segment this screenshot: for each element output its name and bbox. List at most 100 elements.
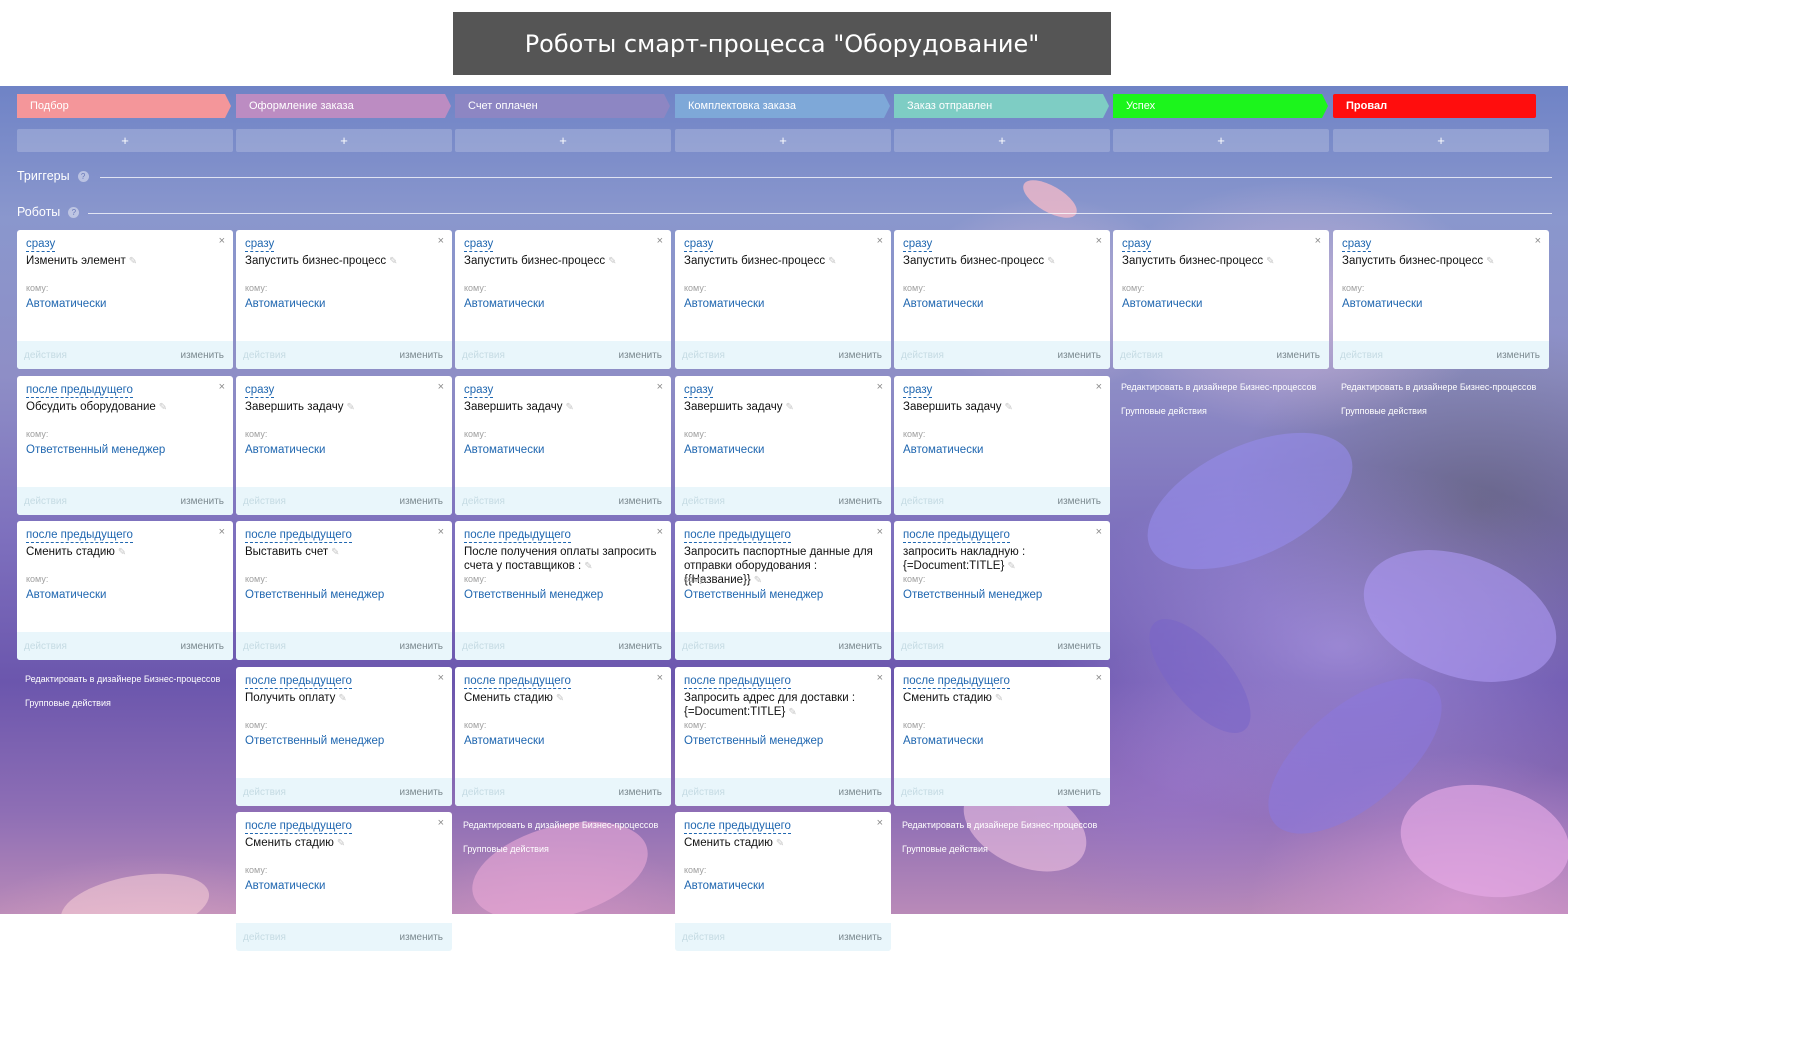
- add-robot-button[interactable]: +: [17, 129, 233, 152]
- add-robot-button[interactable]: +: [1113, 129, 1329, 152]
- assignee-link[interactable]: Автоматически: [684, 298, 764, 310]
- actions-link[interactable]: действия: [243, 641, 286, 652]
- close-icon[interactable]: ×: [438, 381, 444, 393]
- edit-robot-link[interactable]: изменить: [838, 641, 882, 652]
- robot-delay-link[interactable]: сразу: [464, 238, 494, 252]
- pencil-icon[interactable]: ✎: [584, 561, 592, 572]
- close-icon[interactable]: ×: [1535, 235, 1541, 247]
- group-actions-link[interactable]: Групповые действия: [902, 844, 988, 854]
- robot-delay-link[interactable]: после предыдущего: [245, 529, 352, 543]
- pencil-icon[interactable]: ✎: [785, 402, 793, 413]
- actions-link[interactable]: действия: [901, 350, 944, 361]
- robot-delay-link[interactable]: после предыдущего: [26, 384, 133, 398]
- edit-in-designer-link[interactable]: Редактировать в дизайнере Бизнес-процесс…: [1121, 382, 1316, 392]
- pencil-icon[interactable]: ✎: [159, 402, 167, 413]
- group-actions-link[interactable]: Групповые действия: [463, 844, 549, 854]
- edit-robot-link[interactable]: изменить: [618, 350, 662, 361]
- assignee-link[interactable]: Ответственный менеджер: [245, 735, 384, 747]
- edit-robot-link[interactable]: изменить: [399, 787, 443, 798]
- close-icon[interactable]: ×: [1096, 672, 1102, 684]
- edit-in-designer-link[interactable]: Редактировать в дизайнере Бизнес-процесс…: [25, 674, 220, 684]
- assignee-link[interactable]: Автоматически: [464, 444, 544, 456]
- edit-robot-link[interactable]: изменить: [399, 496, 443, 507]
- pencil-icon[interactable]: ✎: [129, 256, 137, 267]
- group-actions-link[interactable]: Групповые действия: [1341, 406, 1427, 416]
- actions-link[interactable]: действия: [462, 350, 505, 361]
- robot-delay-link[interactable]: сразу: [1122, 238, 1152, 252]
- assignee-link[interactable]: Ответственный менеджер: [464, 589, 603, 601]
- robot-delay-link[interactable]: после предыдущего: [464, 529, 571, 543]
- assignee-link[interactable]: Ответственный менеджер: [903, 589, 1042, 601]
- assignee-link[interactable]: Автоматически: [1122, 298, 1202, 310]
- edit-robot-link[interactable]: изменить: [838, 787, 882, 798]
- robot-delay-link[interactable]: после предыдущего: [684, 675, 791, 689]
- close-icon[interactable]: ×: [219, 526, 225, 538]
- assignee-link[interactable]: Автоматически: [245, 444, 325, 456]
- close-icon[interactable]: ×: [438, 817, 444, 829]
- assignee-link[interactable]: Автоматически: [26, 589, 106, 601]
- edit-robot-link[interactable]: изменить: [1057, 496, 1101, 507]
- stage-header[interactable]: Подбор: [17, 94, 231, 118]
- add-robot-button[interactable]: +: [455, 129, 671, 152]
- pencil-icon[interactable]: ✎: [754, 575, 762, 586]
- edit-robot-link[interactable]: изменить: [838, 496, 882, 507]
- assignee-link[interactable]: Автоматически: [684, 880, 764, 892]
- pencil-icon[interactable]: ✎: [346, 402, 354, 413]
- actions-link[interactable]: действия: [682, 787, 725, 798]
- pencil-icon[interactable]: ✎: [331, 547, 339, 558]
- pencil-icon[interactable]: ✎: [389, 256, 397, 267]
- actions-link[interactable]: действия: [1120, 350, 1163, 361]
- close-icon[interactable]: ×: [657, 526, 663, 538]
- stage-header[interactable]: Провал: [1333, 94, 1536, 118]
- edit-robot-link[interactable]: изменить: [399, 932, 443, 943]
- robots-help-icon[interactable]: ?: [68, 206, 80, 218]
- actions-link[interactable]: действия: [24, 350, 67, 361]
- edit-robot-link[interactable]: изменить: [1057, 787, 1101, 798]
- edit-robot-link[interactable]: изменить: [399, 641, 443, 652]
- edit-robot-link[interactable]: изменить: [399, 350, 443, 361]
- actions-link[interactable]: действия: [682, 641, 725, 652]
- edit-robot-link[interactable]: изменить: [618, 641, 662, 652]
- actions-link[interactable]: действия: [901, 787, 944, 798]
- actions-link[interactable]: действия: [462, 496, 505, 507]
- assignee-link[interactable]: Автоматически: [684, 444, 764, 456]
- close-icon[interactable]: ×: [1096, 235, 1102, 247]
- edit-robot-link[interactable]: изменить: [180, 496, 224, 507]
- add-robot-button[interactable]: +: [675, 129, 891, 152]
- close-icon[interactable]: ×: [877, 526, 883, 538]
- robot-delay-link[interactable]: сразу: [903, 238, 933, 252]
- edit-robot-link[interactable]: изменить: [180, 641, 224, 652]
- actions-link[interactable]: действия: [24, 641, 67, 652]
- stage-header[interactable]: Успех: [1113, 94, 1328, 118]
- actions-link[interactable]: действия: [1340, 350, 1383, 361]
- pencil-icon[interactable]: ✎: [337, 838, 345, 849]
- actions-link[interactable]: действия: [901, 641, 944, 652]
- robot-delay-link[interactable]: сразу: [1342, 238, 1372, 252]
- pencil-icon[interactable]: ✎: [118, 547, 126, 558]
- edit-robot-link[interactable]: изменить: [180, 350, 224, 361]
- robot-delay-link[interactable]: после предыдущего: [245, 820, 352, 834]
- edit-robot-link[interactable]: изменить: [1057, 641, 1101, 652]
- robot-delay-link[interactable]: сразу: [26, 238, 56, 252]
- robot-delay-link[interactable]: после предыдущего: [903, 529, 1010, 543]
- edit-in-designer-link[interactable]: Редактировать в дизайнере Бизнес-процесс…: [902, 820, 1097, 830]
- robot-delay-link[interactable]: после предыдущего: [245, 675, 352, 689]
- edit-in-designer-link[interactable]: Редактировать в дизайнере Бизнес-процесс…: [463, 820, 658, 830]
- close-icon[interactable]: ×: [219, 381, 225, 393]
- close-icon[interactable]: ×: [1096, 526, 1102, 538]
- robot-delay-link[interactable]: сразу: [903, 384, 933, 398]
- assignee-link[interactable]: Автоматически: [903, 298, 983, 310]
- pencil-icon[interactable]: ✎: [788, 707, 796, 718]
- actions-link[interactable]: действия: [682, 496, 725, 507]
- robot-delay-link[interactable]: после предыдущего: [903, 675, 1010, 689]
- robot-delay-link[interactable]: после предыдущего: [684, 529, 791, 543]
- pencil-icon[interactable]: ✎: [565, 402, 573, 413]
- actions-link[interactable]: действия: [243, 350, 286, 361]
- close-icon[interactable]: ×: [657, 672, 663, 684]
- edit-robot-link[interactable]: изменить: [1057, 350, 1101, 361]
- actions-link[interactable]: действия: [682, 350, 725, 361]
- actions-link[interactable]: действия: [682, 932, 725, 943]
- add-robot-button[interactable]: +: [1333, 129, 1549, 152]
- pencil-icon[interactable]: ✎: [828, 256, 836, 267]
- robot-delay-link[interactable]: сразу: [245, 238, 275, 252]
